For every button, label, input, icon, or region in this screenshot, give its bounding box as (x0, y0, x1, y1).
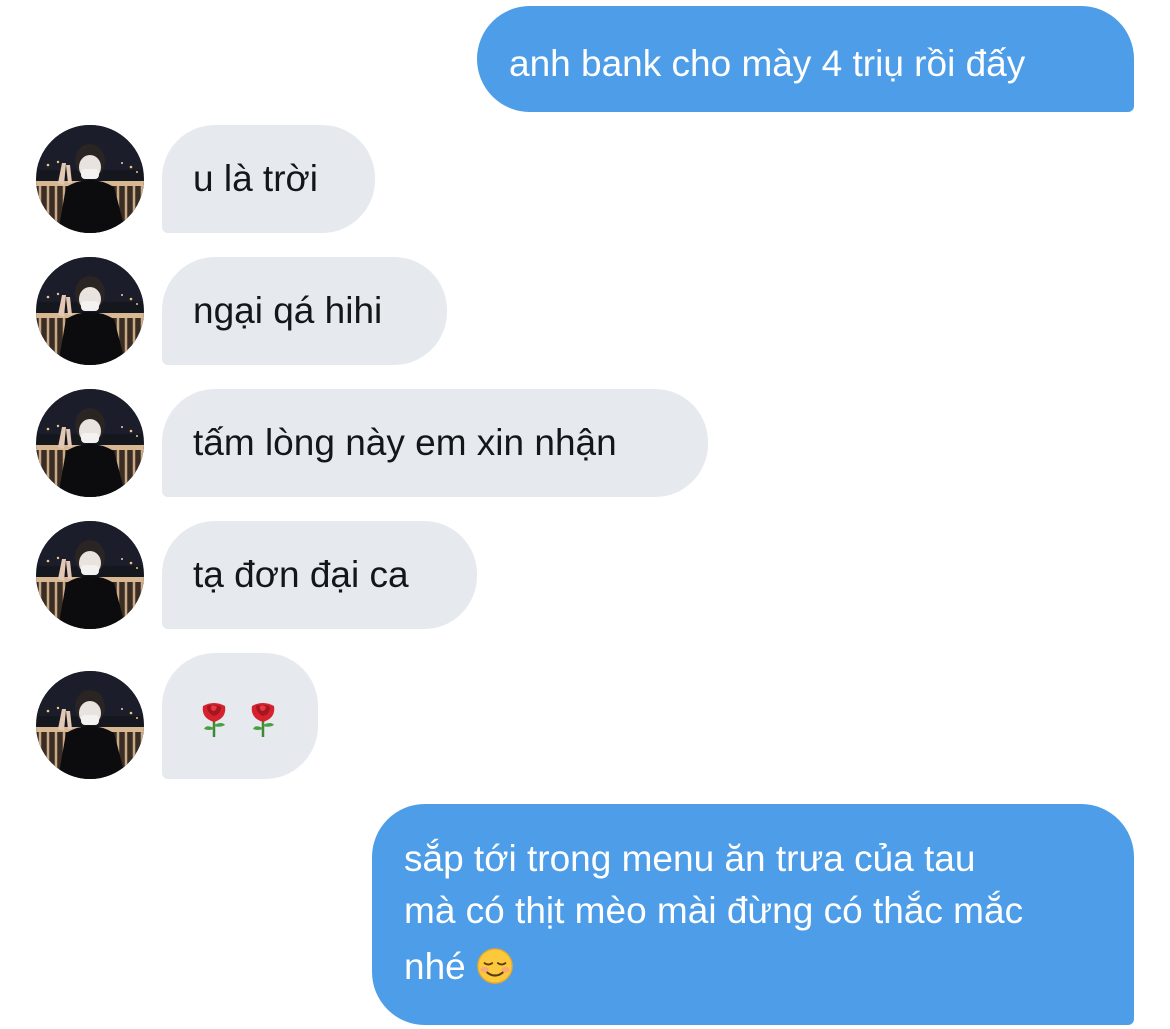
message-text: tấm lòng này em xin nhận (193, 422, 617, 463)
avatar-photo (36, 521, 144, 629)
avatar[interactable] (36, 389, 144, 497)
message-text: ngại qá hihi (193, 290, 383, 331)
avatar[interactable] (36, 671, 144, 779)
message-text: u là trời (193, 158, 319, 199)
avatar[interactable] (36, 521, 144, 629)
avatar-photo (36, 257, 144, 365)
smiling-face-icon (476, 947, 514, 985)
avatar[interactable] (36, 125, 144, 233)
incoming-message[interactable]: ngại qá hihi (162, 257, 447, 365)
avatar-photo (36, 389, 144, 497)
message-text: anh bank cho mày 4 triụ rồi đấy (509, 43, 1026, 84)
message-line: nhé (404, 946, 466, 987)
avatar[interactable] (36, 257, 144, 365)
avatar-photo (36, 125, 144, 233)
message-text: tạ đơn đại ca (193, 554, 409, 595)
incoming-message[interactable]: tấm lòng này em xin nhận (162, 389, 708, 497)
message-line: mà có thịt mèo mài đừng có thắc mắc (404, 890, 1024, 931)
incoming-message[interactable]: u là trời (162, 125, 375, 233)
outgoing-message[interactable]: sắp tới trong menu ăn trưa của tau mà có… (372, 804, 1134, 1025)
rose-icon (243, 698, 283, 738)
message-line-with-emoji: nhé (404, 941, 1096, 993)
message-line: sắp tới trong menu ăn trưa của tau (404, 838, 976, 879)
rose-icon (194, 698, 234, 738)
incoming-message[interactable]: tạ đơn đại ca (162, 521, 477, 629)
incoming-message[interactable] (162, 653, 318, 779)
avatar-photo (36, 671, 144, 779)
outgoing-message[interactable]: anh bank cho mày 4 triụ rồi đấy (477, 6, 1134, 112)
